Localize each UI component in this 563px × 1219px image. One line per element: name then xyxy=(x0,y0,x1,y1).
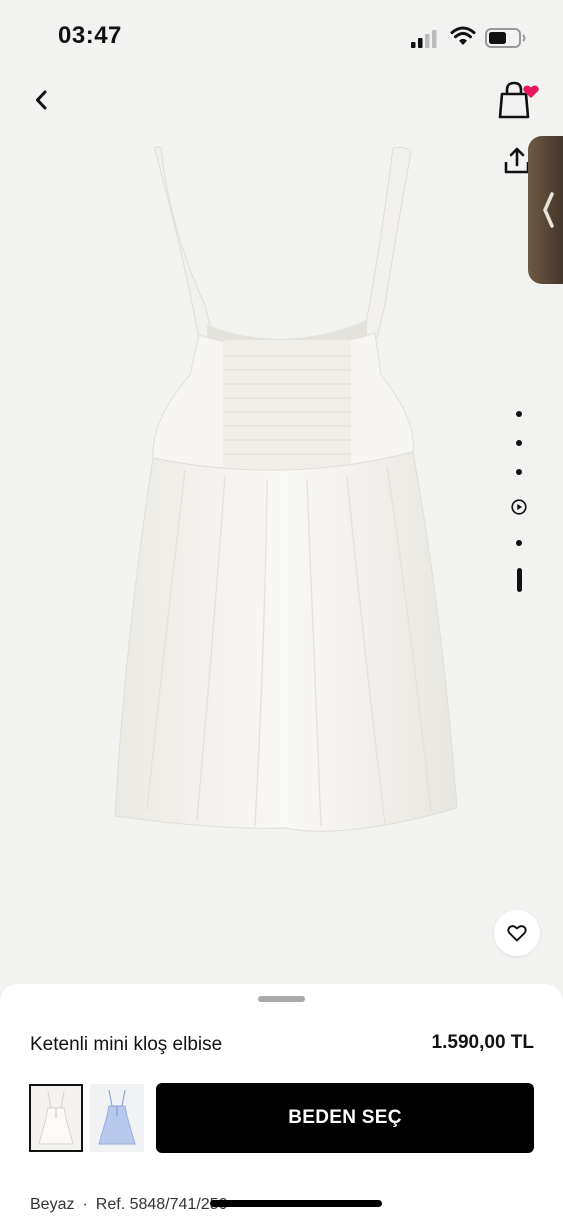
cellular-signal-icon xyxy=(411,30,437,48)
product-price: 1.590,00 TL xyxy=(431,1032,534,1053)
gallery-indicator[interactable] xyxy=(506,404,532,604)
shopping-bag-icon xyxy=(498,81,539,119)
product-image[interactable] xyxy=(95,140,475,840)
variant-thumbnail xyxy=(98,1089,136,1145)
color-name: Beyaz xyxy=(30,1196,75,1213)
product-meta: Beyaz · Ref. 5848/741/250 xyxy=(30,1196,227,1214)
sheet-grabber[interactable] xyxy=(258,996,305,1002)
gallery-dot[interactable] xyxy=(516,540,522,546)
heart-outline-icon xyxy=(507,925,527,942)
status-bar: 03:47 xyxy=(0,0,563,70)
wifi-icon xyxy=(450,26,476,45)
gallery-active-indicator xyxy=(517,568,522,592)
chevron-left-icon xyxy=(36,90,47,110)
battery-icon xyxy=(485,28,526,48)
product-ref: Ref. 5848/741/250 xyxy=(95,1196,228,1213)
back-button[interactable] xyxy=(26,84,58,116)
meta-separator: · xyxy=(82,1196,88,1213)
variant-thumbnail xyxy=(38,1091,74,1145)
side-panel-tab[interactable] xyxy=(528,136,563,284)
shopping-bag-button[interactable] xyxy=(496,80,540,120)
gallery-dot[interactable] xyxy=(516,411,522,417)
color-variant-white[interactable] xyxy=(29,1084,83,1152)
play-icon[interactable] xyxy=(511,499,527,515)
gallery-dot[interactable] xyxy=(516,440,522,446)
favorite-button[interactable] xyxy=(494,910,540,956)
status-time: 03:47 xyxy=(58,22,122,49)
color-variant-light-blue[interactable] xyxy=(90,1084,144,1152)
product-bottom-sheet: Ketenli mini kloş elbise 1.590,00 TL BED… xyxy=(0,984,563,1219)
gallery-dot[interactable] xyxy=(516,469,522,475)
select-size-button[interactable]: BEDEN SEÇ xyxy=(156,1083,534,1153)
chevron-left-icon xyxy=(543,192,554,228)
home-indicator xyxy=(210,1200,382,1207)
product-name: Ketenli mini kloş elbise xyxy=(30,1034,223,1055)
